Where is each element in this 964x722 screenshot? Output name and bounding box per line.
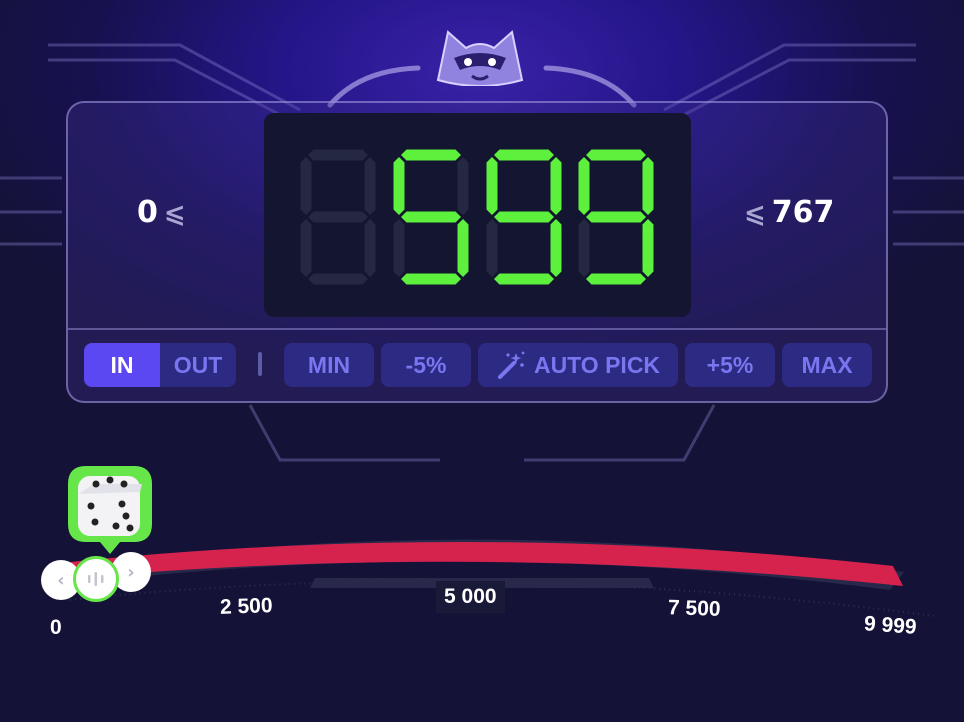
min-button[interactable]: MIN [284, 343, 374, 387]
seven-segment-digits [300, 149, 654, 285]
minus-5-percent-button[interactable]: -5% [381, 343, 471, 387]
range-max: ⩽ 767 [738, 195, 834, 230]
range-max-value: 767 [771, 195, 835, 230]
tick-label-7500: 7 500 [667, 596, 721, 621]
digit-3-segment-b [642, 157, 654, 215]
digit-1-segment-e [393, 219, 405, 277]
out-toggle-button[interactable]: OUT [160, 343, 236, 387]
digit-2-segment-c [550, 219, 562, 277]
digit-3-segment-e [578, 219, 590, 277]
digit-0-segment-g [308, 211, 368, 223]
digit-2-segment-d [494, 273, 554, 285]
tick-label-0: 0 [50, 616, 62, 639]
digit-1-segment-b [457, 157, 469, 215]
dice-marker [68, 466, 152, 554]
max-button[interactable]: MAX [782, 343, 872, 387]
grip-icon[interactable] [73, 556, 119, 602]
digit-0-segment-f [300, 157, 312, 215]
magic-wand-icon [496, 350, 526, 380]
digit-2-segment-g [494, 211, 554, 223]
range-min-value: 0 [137, 195, 158, 230]
digit-2-segment-b [550, 157, 562, 215]
digit-2-segment-e [486, 219, 498, 277]
digit-3-segment-g [586, 211, 646, 223]
digit-0-segment-b [364, 157, 376, 215]
tick-label-9999: 9 999 [863, 612, 918, 639]
digit-3-segment-f [578, 157, 590, 215]
digit-1-segment-d [401, 273, 461, 285]
display-value: 599 [264, 113, 265, 114]
digit-0-segment-a [308, 149, 368, 161]
auto-pick-button[interactable]: AUTO PICK [478, 343, 678, 387]
range-min: 0 ⩽ [137, 195, 192, 230]
digit-1-segment-g [401, 211, 461, 223]
digit-0-segment-e [300, 219, 312, 277]
digit-1-segment-a [401, 149, 461, 161]
less-equal-symbol: ⩽ [163, 199, 186, 229]
auto-pick-label: AUTO PICK [533, 351, 661, 378]
digit-1-segment-f [393, 157, 405, 215]
number-display: 599 [264, 113, 691, 317]
digit-2-segment-f [486, 157, 498, 215]
tick-label-5000: 5 000 [436, 581, 505, 613]
mascot-icon [436, 30, 524, 86]
digit-0-segment-d [308, 273, 368, 285]
panel-divider [68, 328, 886, 330]
slider-handle[interactable]: ‹ › [41, 552, 151, 604]
plus-5-percent-button[interactable]: +5% [685, 343, 775, 387]
less-equal-symbol: ⩽ [744, 199, 766, 229]
separator [258, 352, 262, 376]
tick-label-2500: 2 500 [219, 594, 273, 619]
in-toggle-button[interactable]: IN [84, 343, 160, 387]
digit-3-segment-c [642, 219, 654, 277]
digit-3-segment-d [586, 273, 646, 285]
digit-3-segment-a [586, 149, 646, 161]
digit-1-segment-c [457, 219, 469, 277]
dice-icon [78, 476, 142, 536]
digit-0-segment-c [364, 219, 376, 277]
digit-2-segment-a [494, 149, 554, 161]
